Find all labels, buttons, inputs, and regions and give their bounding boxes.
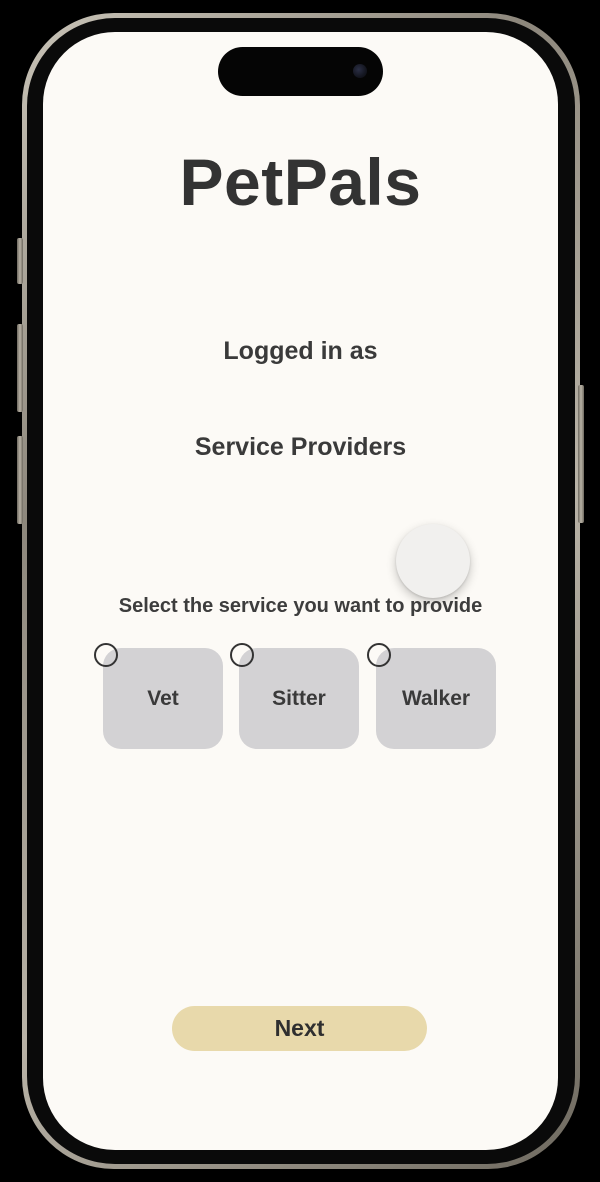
service-option-walker[interactable]: Walker (367, 643, 496, 749)
volume-down-button (17, 436, 23, 524)
role-toggle-knob[interactable] (396, 524, 470, 598)
service-option-label: Vet (147, 686, 179, 710)
radio-button-vet[interactable] (94, 643, 118, 667)
front-camera-icon (353, 64, 367, 78)
logged-in-label: Logged in as (223, 337, 378, 365)
service-option-vet[interactable]: Vet (94, 643, 223, 749)
role-label: Service Providers (194, 433, 407, 461)
radio-button-sitter[interactable] (230, 643, 254, 667)
device-mockup: PetPals Logged in as Service Providers S… (0, 0, 600, 1182)
service-option-sitter[interactable]: Sitter (230, 643, 359, 749)
service-option-label: Walker (401, 686, 471, 710)
action-button (17, 238, 23, 284)
volume-up-button (17, 324, 23, 412)
service-prompt: Select the service you want to provide (118, 595, 483, 617)
radio-button-walker[interactable] (367, 643, 391, 667)
service-option-label: Sitter (272, 686, 326, 710)
next-button[interactable]: Next (172, 1006, 427, 1051)
app-screen: PetPals Logged in as Service Providers S… (43, 32, 558, 1150)
dynamic-island (218, 47, 383, 96)
power-button (578, 385, 584, 523)
app-title: PetPals (179, 145, 422, 219)
